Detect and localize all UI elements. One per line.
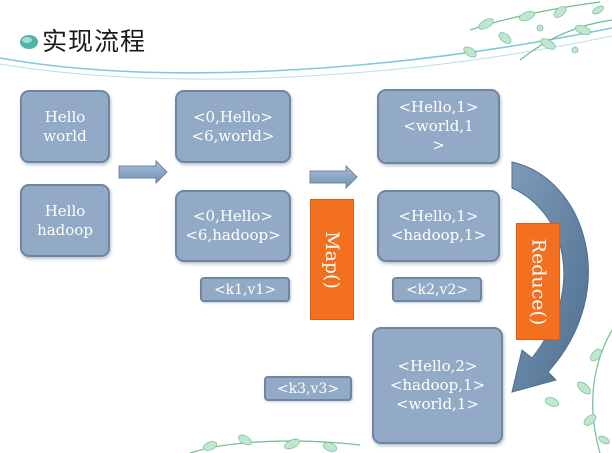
map-input-text: <0,Hello> <6,hadoop> xyxy=(185,207,281,244)
reduce-function-box: Reduce() xyxy=(516,223,560,340)
k2-v2-label: <k2,v2> xyxy=(392,277,482,302)
map-input-text: <0,Hello> <6,world> xyxy=(191,107,275,145)
map-input-box-1: <0,Hello> <6,world> xyxy=(175,90,291,163)
input-box-hello-hadoop: Hello hadoop xyxy=(20,184,110,257)
k1-v1-label: <k1,v1> xyxy=(200,277,290,302)
map-output-text: <Hello,1> <world,1 > xyxy=(398,98,479,154)
reduce-output-text: <Hello,2> <hadoop,1> <world,1> xyxy=(389,357,486,413)
map-input-box-2: <0,Hello> <6,hadoop> xyxy=(175,190,291,262)
flow-arrow-icon xyxy=(118,159,168,185)
input-box-text: Hello hadoop xyxy=(37,201,93,239)
map-output-box-2: <Hello,1> <hadoop,1> xyxy=(377,190,500,262)
k3-v3-label: <k3,v3> xyxy=(264,376,352,401)
input-box-hello-world: Hello world xyxy=(20,90,110,163)
map-output-text: <Hello,1> <hadoop,1> xyxy=(390,207,487,244)
reduce-function-label: Reduce() xyxy=(527,238,550,325)
map-output-box-1: <Hello,1> <world,1 > xyxy=(377,89,500,164)
map-function-label: Map() xyxy=(321,230,343,289)
reduce-output-box: <Hello,2> <hadoop,1> <world,1> xyxy=(372,327,503,444)
input-box-text: Hello world xyxy=(43,107,87,145)
map-function-box: Map() xyxy=(310,199,354,320)
flow-arrow-icon xyxy=(309,164,358,190)
